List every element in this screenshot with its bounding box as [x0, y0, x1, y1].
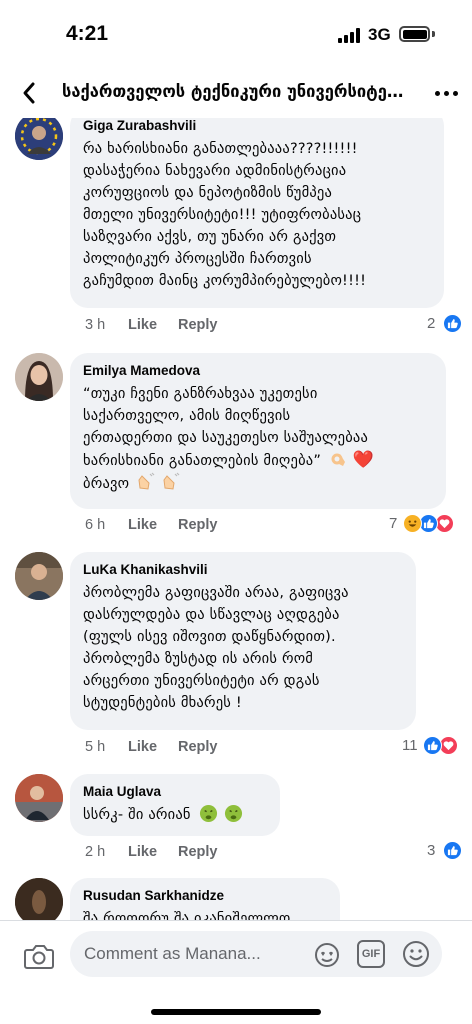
like-reaction-icon[interactable] — [443, 841, 462, 860]
avatar[interactable] — [15, 878, 63, 920]
comment-text: რა ხარისხიანი განათლებააა????!!!!!! დასა… — [83, 141, 367, 289]
avatar[interactable] — [15, 774, 63, 822]
comment-text-line: “თუკი ჩვენი განზრახვაა უკეთესი — [83, 386, 318, 402]
comment-text-line: ერთადერთი და საუკეთესო საშუალებაა — [83, 430, 369, 446]
avatar-image — [15, 552, 63, 600]
chevron-left-icon — [23, 82, 35, 104]
nauseated-face-emoji-icon — [199, 804, 217, 823]
comments-feed[interactable]: Giga Zurabashvili რა ხარისხიანი განათლებ… — [0, 118, 472, 920]
like-button[interactable]: Like — [128, 317, 157, 333]
comment-text: სსრკ- ში არიან — [83, 804, 267, 826]
comment-text-line: ხარისხიანი განათლების მიღება” — [83, 453, 322, 469]
comment-text: შა როოორუ შა იკანიშელლო — [83, 911, 291, 920]
avatar[interactable] — [15, 353, 63, 401]
reply-button[interactable]: Reply — [178, 517, 218, 533]
reaction-count[interactable]: 7 — [389, 515, 397, 532]
ok-hand-emoji-icon — [331, 453, 345, 466]
avatar-image — [15, 118, 63, 160]
clapping-hands-emoji-icon — [163, 472, 180, 490]
status-bar: 4:21 3G — [0, 0, 472, 66]
comment-input[interactable]: Comment as Manana... GIF — [70, 931, 442, 977]
like-button[interactable]: Like — [128, 517, 157, 533]
avatar-image — [15, 353, 63, 401]
avatar-image — [15, 878, 63, 920]
like-button[interactable]: Like — [128, 739, 157, 755]
more-options-button[interactable] — [426, 78, 466, 108]
comment-text-line: სსრკ- ში არიან — [83, 807, 191, 823]
comment-text: “თუკი ჩვენი განზრახვაა უკეთესი საქართველ… — [83, 383, 433, 495]
gif-button[interactable]: GIF — [357, 940, 385, 968]
comment-author[interactable]: Emilya Mamedova — [83, 362, 433, 380]
avatar-image — [15, 774, 63, 822]
reply-button[interactable]: Reply — [178, 317, 218, 333]
dot-icon — [452, 90, 458, 96]
comment-text: პრობლემა გაფიცვაში არაა, გაფიცვა დასრულდ… — [83, 585, 349, 711]
comment-time: 2 h — [85, 844, 106, 860]
signal-strength-icon — [338, 27, 362, 43]
comment-bubble[interactable]: Maia Uglava სსრკ- ში არიან — [70, 774, 280, 836]
back-button[interactable] — [12, 76, 46, 110]
like-button[interactable]: Like — [128, 844, 157, 860]
emoji-button[interactable] — [401, 939, 431, 969]
reaction-count[interactable]: 11 — [402, 737, 418, 754]
comment-author[interactable]: Giga Zurabashvili — [83, 118, 431, 135]
like-reaction-icon[interactable] — [423, 736, 442, 755]
red-heart-emoji-icon: ❤️ — [352, 450, 375, 470]
clapping-hands-emoji-icon — [138, 472, 155, 490]
reply-button[interactable]: Reply — [178, 844, 218, 860]
reaction-count[interactable]: 2 — [427, 315, 435, 332]
haha-reaction-icon[interactable] — [403, 514, 422, 533]
dot-icon — [434, 90, 440, 96]
page-title: საქართველოს ტექნიკური უნივერსიტეტ... — [62, 82, 414, 101]
home-indicator — [151, 1009, 321, 1015]
comment-bubble[interactable]: LuKa Khanikashvili პრობლემა გაფიცვაში არ… — [70, 552, 416, 730]
camera-button[interactable] — [20, 937, 58, 975]
avatar[interactable] — [15, 118, 63, 160]
avatar[interactable] — [15, 552, 63, 600]
comment-time: 3 h — [85, 317, 106, 333]
battery-tip — [432, 31, 435, 37]
avatar-sticker-icon — [315, 943, 339, 967]
comment-bubble[interactable]: Emilya Mamedova “თუკი ჩვენი განზრახვაა უ… — [70, 353, 446, 509]
camera-icon — [24, 945, 54, 969]
nauseated-face-emoji-icon — [225, 804, 243, 823]
comment-bubble[interactable]: Rusudan Sarkhanidze შა როოორუ შა იკანიშე… — [70, 878, 340, 920]
status-time: 4:21 — [66, 22, 109, 45]
comment-time: 6 h — [85, 517, 106, 533]
battery-icon — [399, 26, 430, 42]
comment-author[interactable]: Maia Uglava — [83, 783, 267, 801]
reply-button[interactable]: Reply — [178, 739, 218, 755]
reaction-count[interactable]: 3 — [427, 842, 435, 859]
comment-time: 5 h — [85, 739, 106, 755]
comment-text-line: ბრავო — [83, 476, 130, 492]
comment-bubble[interactable]: Giga Zurabashvili რა ხარისხიანი განათლებ… — [70, 118, 444, 308]
comment-author[interactable]: LuKa Khanikashvili — [83, 561, 403, 579]
comment-text-line: საქართველო, ამის მიღწევის — [83, 408, 291, 424]
dot-icon — [443, 90, 449, 96]
network-type: 3G — [368, 25, 391, 44]
comment-input-placeholder: Comment as Manana... — [84, 944, 261, 963]
like-reaction-icon[interactable] — [443, 314, 462, 333]
nav-bar: საქართველოს ტექნიკური უნივერსიტეტ... — [0, 66, 472, 118]
smiley-icon — [403, 941, 429, 967]
comment-author[interactable]: Rusudan Sarkhanidze — [83, 887, 327, 905]
comment-composer: Comment as Manana... GIF — [0, 920, 472, 1024]
avatar-sticker-button[interactable] — [312, 939, 342, 969]
